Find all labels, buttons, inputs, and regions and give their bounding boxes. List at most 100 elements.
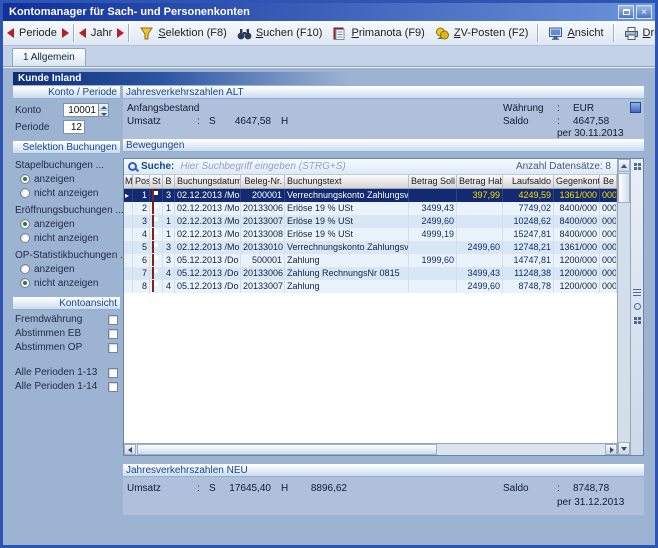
cell-laufsaldo: 10248,62: [503, 215, 554, 228]
jahr-next-button[interactable]: [117, 25, 124, 42]
radio-option[interactable]: anzeigen: [20, 173, 120, 185]
umsatz-soll-value: 17645,40: [217, 483, 271, 494]
scroll-up-button[interactable]: [618, 159, 630, 172]
horizontal-scroll-thumb[interactable]: [137, 444, 437, 455]
column-header-betrag-haben[interactable]: Betrag Haben: [457, 175, 503, 188]
grid-icon: [634, 163, 641, 170]
table-row[interactable]: 5 3 02.12.2013 /Mo 20133010 Verrechnungs…: [124, 241, 617, 254]
close-button[interactable]: ×: [636, 5, 652, 19]
vertical-scroll-thumb[interactable]: [618, 173, 630, 203]
cell-gegenkonto: 1200/000: [554, 254, 600, 267]
maximize-button[interactable]: [618, 5, 634, 19]
zv-coins-icon: [435, 26, 450, 41]
saldo-value: 4647,58: [573, 116, 609, 127]
checkbox-label: Abstimmen OP: [15, 342, 108, 353]
cell-buchungstext: Erlöse 19 % USt: [285, 228, 409, 241]
ansicht-button[interactable]: Ansicht: [543, 23, 608, 44]
konto-input[interactable]: [64, 104, 98, 116]
checkbox-row[interactable]: Abstimmen EB: [15, 328, 118, 339]
tab-allgemein[interactable]: 1 Allgemein: [12, 48, 86, 66]
radio-option[interactable]: anzeigen: [20, 218, 120, 230]
grid-rows: ▸ 1 3 02.12.2013 /Mo 200001 Verrechnungs…: [124, 189, 617, 293]
periode-input[interactable]: [64, 121, 84, 133]
jvz-alt-block: Anfangsbestand : Währung : EUR Umsatz : …: [123, 99, 644, 139]
table-view-button[interactable]: [632, 315, 643, 326]
printer-icon: [624, 26, 639, 41]
scroll-left-button[interactable]: [124, 444, 136, 455]
lens-button[interactable]: [632, 301, 643, 312]
checkbox-row[interactable]: Fremdwährung: [15, 314, 118, 325]
table-row[interactable]: 6 3 05.12.2013 /Do 500001 Zahlung 1999,6…: [124, 254, 617, 267]
suchen-button[interactable]: Suchen (F10): [232, 23, 328, 44]
checkbox-icon: [108, 315, 118, 325]
column-header-m[interactable]: M: [124, 175, 133, 188]
zv-posten-button[interactable]: ZV-Posten (F2): [430, 23, 534, 44]
jvz-alt-row2: Umsatz : S 4647,58 H Saldo : 4647,58: [123, 116, 644, 128]
radio-option[interactable]: nicht anzeigen: [20, 277, 120, 289]
cell-buchungsdatum: 05.12.2013 /Do: [175, 254, 241, 267]
radio-option[interactable]: nicht anzeigen: [20, 232, 120, 244]
checkbox-row[interactable]: Alle Perioden 1-14: [15, 381, 118, 392]
table-row[interactable]: 8 4 05.12.2013 /Do 20133007 Zahlung 2499…: [124, 280, 617, 293]
column-header-beleg-nr[interactable]: Beleg-Nr.: [241, 175, 285, 188]
cell-buchungstext: Zahlung: [285, 254, 409, 267]
table-row[interactable]: 2 1 02.12.2013 /Mo 20133006 Erlöse 19 % …: [124, 202, 617, 215]
magnifier-icon: [634, 303, 641, 310]
table-row[interactable]: 3 1 02.12.2013 /Mo 20133007 Erlöse 19 % …: [124, 215, 617, 228]
radio-icon: [20, 233, 30, 243]
konto-row: Konto: [15, 103, 118, 117]
primanota-book-icon: [332, 26, 347, 41]
checkbox-row[interactable]: Alle Perioden 1-13: [15, 367, 118, 378]
radio-option[interactable]: anzeigen: [20, 263, 120, 275]
jahr-prev-button[interactable]: [79, 25, 86, 42]
per-date: per 31.12.2013: [557, 497, 624, 508]
table-row[interactable]: ▸ 1 3 02.12.2013 /Mo 200001 Verrechnungs…: [124, 189, 617, 202]
search-input[interactable]: [178, 160, 512, 173]
funnel-icon: [139, 26, 154, 41]
column-header-gegenkonto[interactable]: Gegenkonto: [554, 175, 600, 188]
periode-prev-button[interactable]: [7, 25, 14, 42]
list-view-button[interactable]: [632, 287, 643, 298]
column-header-be[interactable]: Be: [600, 175, 617, 188]
checkbox-row[interactable]: Abstimmen OP: [15, 342, 118, 353]
periode-row: Periode: [15, 120, 118, 134]
arrow-left-icon: [79, 28, 86, 38]
jvz-detail-button[interactable]: [630, 102, 641, 113]
cell-pos: 7: [133, 267, 150, 280]
column-header-buchungsdatum[interactable]: Buchungsdatum: [175, 175, 241, 188]
colon: :: [197, 483, 200, 494]
cell-status: [150, 228, 163, 241]
scroll-down-button[interactable]: [618, 442, 630, 455]
jvz-alt-row3: per 30.11.2013: [123, 128, 644, 140]
column-header-b[interactable]: B: [163, 175, 175, 188]
haben-prefix: H: [281, 116, 288, 127]
column-header-st[interactable]: St: [150, 175, 163, 188]
cell-be: 000: [600, 254, 617, 267]
radio-option[interactable]: nicht anzeigen: [20, 187, 120, 199]
grid-empty-area: [124, 293, 617, 443]
primanota-button[interactable]: Primanota (F9): [327, 23, 429, 44]
column-header-buchungstext[interactable]: Buchungstext: [285, 175, 409, 188]
cell-betrag-soll: [409, 241, 457, 254]
drucken-button[interactable]: Drucken: [619, 23, 658, 44]
cell-be: 000: [600, 228, 617, 241]
table-row[interactable]: 7 4 05.12.2013 /Do 20133006 Zahlung Rech…: [124, 267, 617, 280]
table-row[interactable]: 4 1 02.12.2013 /Mo 20133008 Erlöse 19 % …: [124, 228, 617, 241]
konto-label: Konto: [15, 105, 63, 116]
content-area: Kunde Inland Konto / Periode Konto Per: [3, 67, 655, 545]
perioden-checkboxes: Alle Perioden 1-13 Alle Perioden 1-14: [13, 363, 120, 392]
soll-prefix: S: [209, 116, 216, 127]
periode-next-button[interactable]: [62, 25, 69, 42]
column-header-laufsaldo[interactable]: Laufsaldo: [503, 175, 554, 188]
spinner-down-button[interactable]: [99, 110, 108, 117]
cell-beleg-nr: 200001: [241, 189, 285, 202]
cell-buchungstext: Zahlung: [285, 280, 409, 293]
column-header-pos[interactable]: Pos▲: [133, 175, 150, 188]
column-options-button[interactable]: [632, 161, 643, 172]
main-toolbar: Periode Jahr Selektion (F8) Suchen (F10)…: [3, 21, 655, 46]
selektion-button[interactable]: Selektion (F8): [134, 23, 231, 44]
scroll-right-button[interactable]: [605, 444, 617, 455]
bewegungen-table: Suche: Anzahl Datensätze: 8 M Pos▲ St B …: [123, 158, 644, 456]
column-header-betrag-soll[interactable]: Betrag Soll: [409, 175, 457, 188]
cell-gegenkonto: 1200/000: [554, 267, 600, 280]
